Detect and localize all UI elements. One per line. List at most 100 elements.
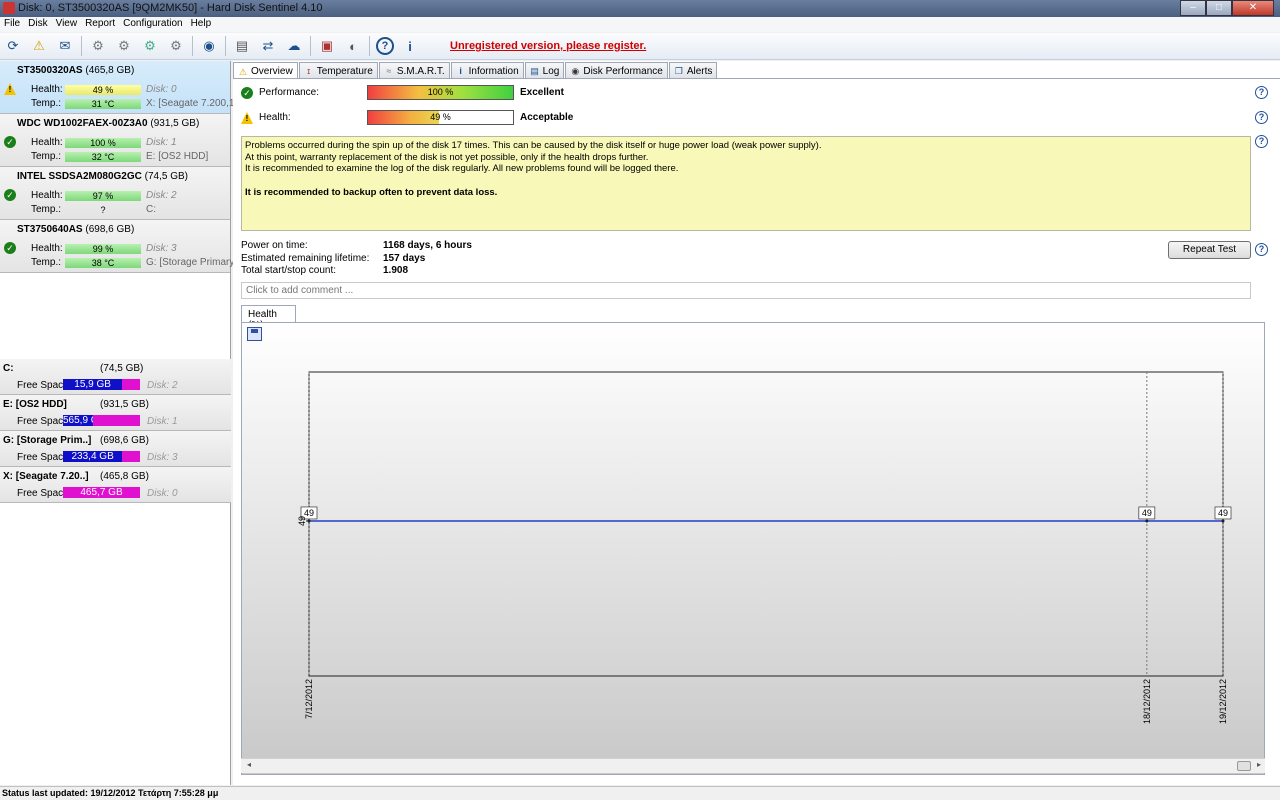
- free-space-value: 565,9 GB: [63, 415, 106, 426]
- menu-view[interactable]: View: [56, 17, 84, 32]
- x-tick-label: 18/12/2012: [1142, 679, 1152, 724]
- plot-area: [308, 371, 1224, 677]
- volume-item-g[interactable]: G: [Storage Prim..] (698,6 GB) Free Spac…: [0, 431, 231, 467]
- warning-icon: !: [241, 111, 253, 124]
- tab-information[interactable]: i Information: [450, 62, 524, 78]
- health-label: Health:: [31, 137, 63, 148]
- free-space-bar: 15,9 GB: [63, 379, 140, 390]
- health-row: ! Health: 49 % Acceptable: [241, 110, 573, 125]
- volume-size: (465,8 GB): [100, 471, 149, 482]
- volume-size: (74,5 GB): [100, 363, 144, 374]
- message-line: Problems occurred during the spin up of …: [245, 140, 822, 151]
- volume-item-e[interactable]: E: [OS2 HDD] (931,5 GB) Free Space 565,9…: [0, 395, 231, 431]
- menu-report[interactable]: Report: [85, 17, 121, 32]
- temp-label: Temp.:: [31, 151, 62, 162]
- toolbar-separator: [310, 36, 311, 56]
- tab-temperature[interactable]: ɪ Temperature: [298, 62, 378, 78]
- menu-file[interactable]: File: [4, 17, 26, 32]
- toolbar-separator: [369, 36, 370, 56]
- scroll-right-icon[interactable]: ▸: [1257, 760, 1261, 769]
- x-tick-label: 7/12/2012: [304, 679, 314, 719]
- warning-icon: !: [4, 83, 16, 95]
- used-space-fill: [93, 415, 140, 426]
- help-icon[interactable]: ?: [1255, 86, 1268, 99]
- disk-test-2-icon[interactable]: ⚙: [114, 36, 134, 56]
- repeat-test-button[interactable]: Repeat Test: [1168, 241, 1251, 259]
- tab-disk-performance[interactable]: ◉ Disk Performance: [565, 62, 668, 78]
- disk-name: INTEL SSDSA2M080G2GC (74,5 GB): [17, 171, 188, 182]
- volume-item-x[interactable]: X: [Seagate 7.20..] (465,8 GB) Free Spac…: [0, 467, 231, 503]
- email-icon[interactable]: ✉: [55, 36, 75, 56]
- used-space-fill: [122, 379, 140, 390]
- close-button[interactable]: ✕: [1232, 0, 1274, 16]
- power-on-label: Power on time:: [241, 240, 308, 251]
- disk-test-3-icon[interactable]: ⚙: [140, 36, 160, 56]
- disk-number: Disk: 1: [146, 137, 177, 148]
- data-point: [1145, 519, 1149, 523]
- disk-item-2[interactable]: INTEL SSDSA2M080G2GC (74,5 GB) ✓ Health:…: [0, 167, 230, 220]
- start-stop-value: 1.908: [383, 265, 409, 276]
- volume-item-c[interactable]: C: (74,5 GB) Free Space 15,9 GB Disk: 2: [0, 359, 231, 395]
- warning-icon[interactable]: ⚠: [29, 36, 49, 56]
- sound-icon[interactable]: ◐: [343, 36, 363, 56]
- disk-test-4-icon[interactable]: ⚙: [166, 36, 186, 56]
- comment-input[interactable]: Click to add comment ...: [241, 282, 1251, 299]
- health-label: Health:: [259, 112, 291, 123]
- main-panel: ⚠ Overview ɪ Temperature ≈ S.M.A.R.T. i Info…: [233, 61, 1280, 785]
- globe-icon[interactable]: ◉: [199, 36, 219, 56]
- menu-disk[interactable]: Disk: [28, 17, 53, 32]
- help-icon[interactable]: ?: [376, 37, 394, 55]
- info-icon[interactable]: i: [400, 36, 420, 56]
- health-value: 99 %: [65, 243, 141, 254]
- sync-icon[interactable]: ⇄: [258, 36, 278, 56]
- refresh-icon[interactable]: ⟳: [3, 36, 23, 56]
- free-space-label: Free Space: [17, 416, 69, 427]
- minimize-button[interactable]: –: [1180, 0, 1206, 16]
- disk-item-1[interactable]: WDC WD1002FAEX-00Z3A0 (931,5 GB) ✓ Healt…: [0, 114, 230, 167]
- temp-label: Temp.:: [31, 204, 62, 215]
- toolbar-separator: [192, 36, 193, 56]
- volume-disk: Disk: 0: [147, 488, 178, 499]
- disk-test-icon[interactable]: ⚙: [88, 36, 108, 56]
- help-icon[interactable]: ?: [1255, 135, 1268, 148]
- disk-volume: E: [OS2 HDD]: [146, 151, 209, 162]
- network-icon[interactable]: ☁: [284, 36, 304, 56]
- disk-number: Disk: 0: [146, 84, 177, 95]
- volume-size: (698,6 GB): [100, 435, 149, 446]
- status-bar: Status last updated: 19/12/2012 Τετάρτη …: [0, 786, 1280, 800]
- report-icon[interactable]: ▤: [232, 36, 252, 56]
- disk-item-0[interactable]: ST3500320AS (465,8 GB) ! Health: 49 % Disk…: [0, 61, 242, 114]
- free-space-bar: 565,9 GB: [63, 415, 140, 426]
- ok-check-icon: ✓: [4, 136, 16, 148]
- free-space-label: Free Space: [17, 488, 69, 499]
- performance-bar: 100 %: [367, 85, 514, 100]
- register-link[interactable]: Unregistered version, please register.: [450, 40, 646, 52]
- volume-name: X: [Seagate 7.20..]: [3, 471, 89, 482]
- help-icon[interactable]: ?: [1255, 243, 1268, 256]
- scroll-left-icon[interactable]: ◂: [247, 760, 251, 769]
- tab-health-chart[interactable]: Health (%): [241, 305, 296, 331]
- horizontal-scrollbar[interactable]: ◂ ▸: [241, 758, 1265, 773]
- alerts-icon: ❐: [674, 66, 683, 76]
- volume-name: C:: [3, 363, 14, 374]
- tab-overview[interactable]: ⚠ Overview: [233, 62, 298, 79]
- tab-divider: [233, 78, 1280, 79]
- message-line: It is recommended to examine the log of …: [245, 163, 679, 174]
- tab-log[interactable]: ▤ Log: [524, 62, 565, 78]
- ok-check-icon: ✓: [4, 242, 16, 254]
- free-space-label: Free Space: [17, 452, 69, 463]
- data-point: [1221, 519, 1225, 523]
- scroll-thumb[interactable]: [1237, 761, 1251, 771]
- disk-item-3[interactable]: ST3750640AS (698,6 GB) ✓ Health: 99 % Disk…: [0, 220, 237, 273]
- tab-smart[interactable]: ≈ S.M.A.R.T.: [378, 62, 450, 78]
- y-tick-label: 49: [297, 516, 307, 526]
- tab-alerts[interactable]: ❐ Alerts: [668, 62, 718, 78]
- temp-label: Temp.:: [31, 257, 62, 268]
- menu-bar: File Disk View Report Configuration Help: [0, 17, 1280, 32]
- menu-help[interactable]: Help: [191, 17, 218, 32]
- menu-configuration[interactable]: Configuration: [123, 17, 188, 32]
- configuration-icon[interactable]: ▣: [317, 36, 337, 56]
- help-icon[interactable]: ?: [1255, 111, 1268, 124]
- maximize-button[interactable]: □: [1206, 0, 1232, 16]
- volume-list: C: (74,5 GB) Free Space 15,9 GB Disk: 2 …: [0, 359, 231, 503]
